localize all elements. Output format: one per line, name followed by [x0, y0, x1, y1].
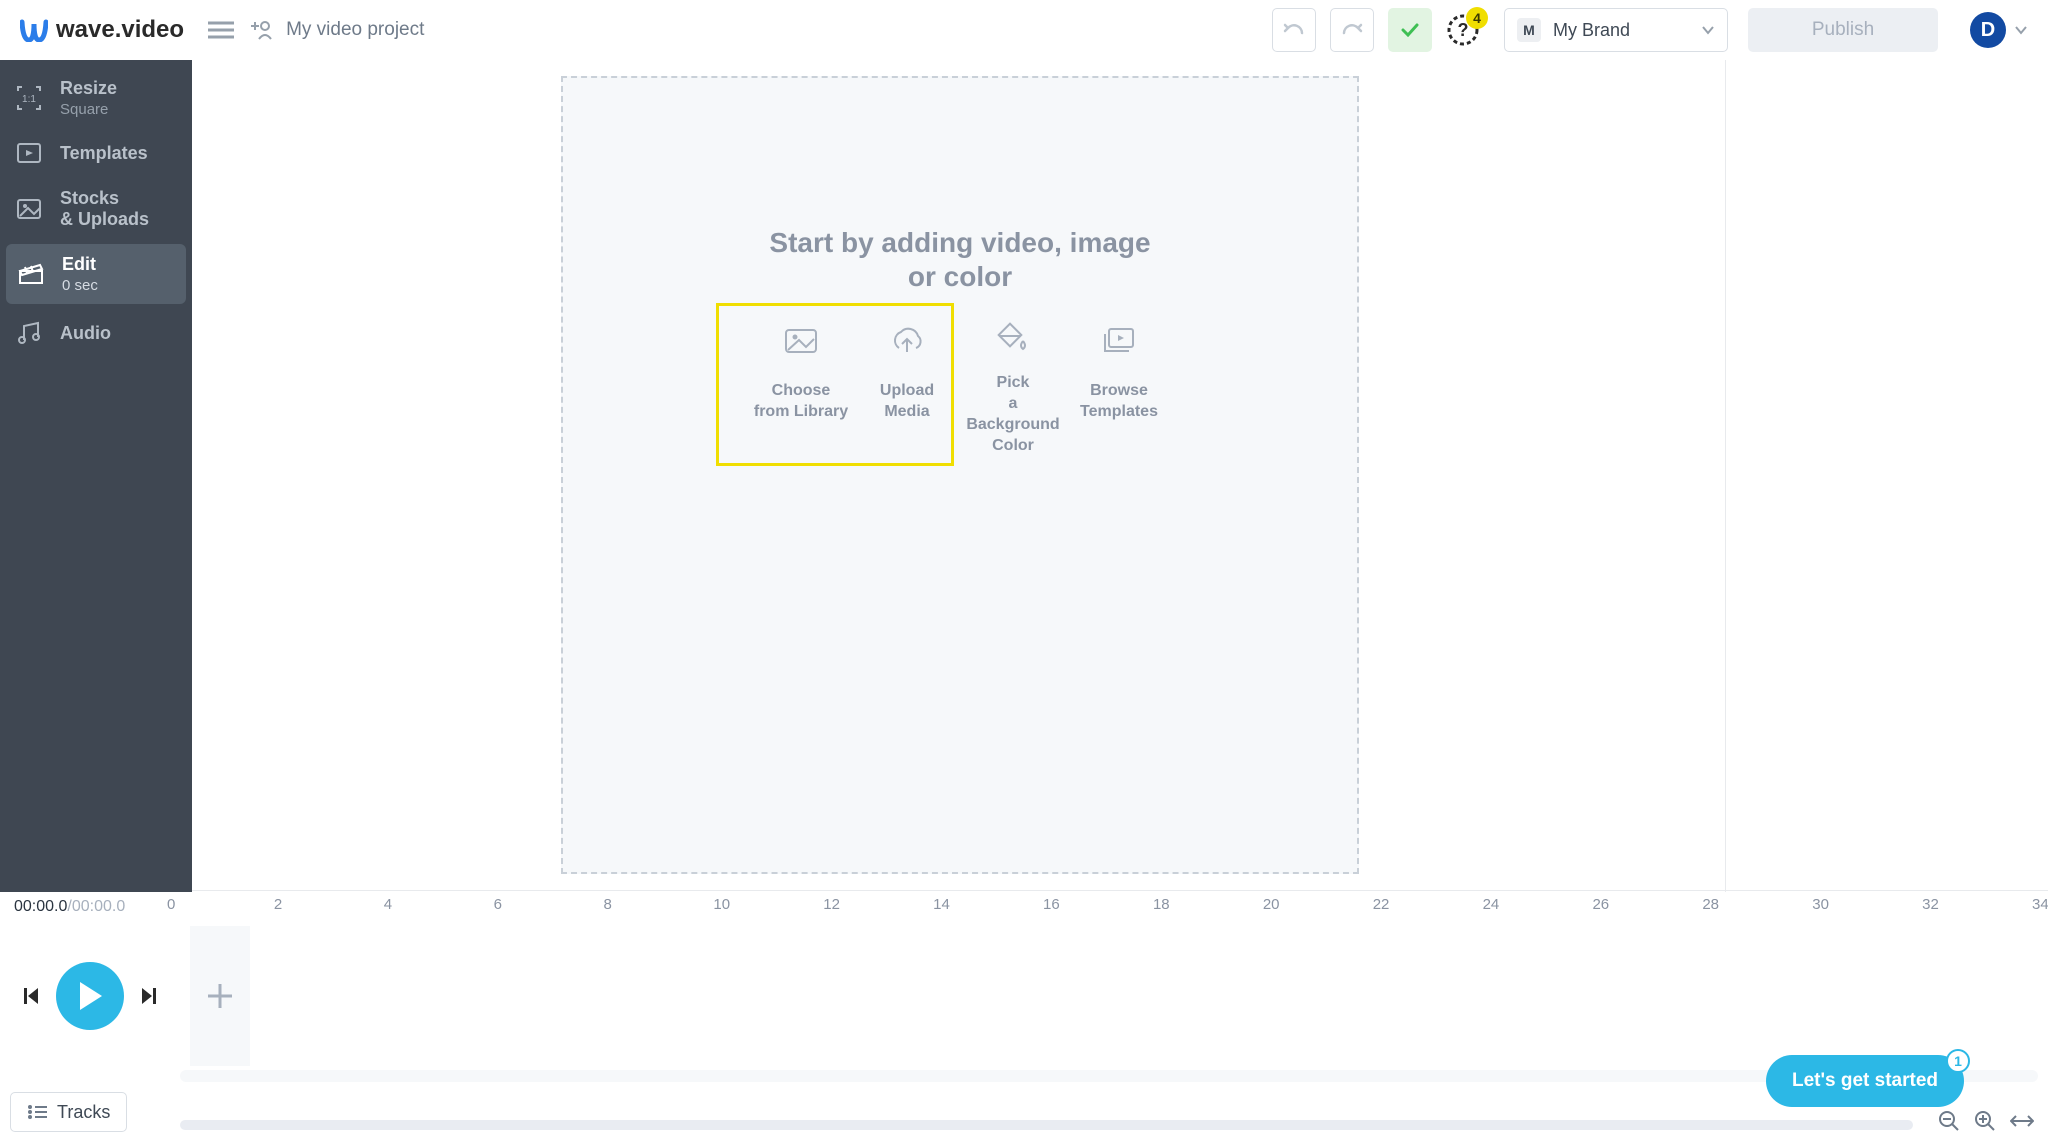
play-icon	[78, 982, 102, 1010]
undo-icon	[1283, 21, 1305, 39]
sidebar-item-label: Audio	[60, 323, 111, 344]
ruler-tick: 14	[933, 896, 950, 913]
plus-icon	[206, 982, 234, 1010]
sidebar: 1:1 Resize Square Templates Stocks & Upl…	[0, 60, 192, 892]
undo-button[interactable]	[1272, 8, 1316, 52]
check-icon	[1401, 23, 1419, 37]
image-icon	[14, 194, 44, 224]
logo-icon	[20, 18, 48, 42]
brand-chip: M	[1517, 18, 1541, 42]
ruler-tick: 10	[713, 896, 730, 913]
sidebar-item-label: Resize	[60, 78, 117, 99]
publish-button[interactable]: Publish	[1748, 8, 1938, 52]
help-badge: 4	[1466, 7, 1488, 29]
canvas[interactable]: Start by adding video, image or color Ch…	[561, 76, 1359, 874]
resize-icon: 1:1	[14, 83, 44, 113]
templates-icon	[14, 138, 44, 168]
next-button[interactable]	[142, 988, 156, 1004]
sidebar-item-edit[interactable]: Edit 0 sec	[6, 244, 186, 304]
zoom-out-button[interactable]	[1938, 1110, 1960, 1132]
zoom-in-button[interactable]	[1974, 1110, 1996, 1132]
option-upload-media[interactable]: UploadMedia	[854, 302, 960, 462]
tracks-label: Tracks	[57, 1102, 110, 1123]
canvas-heading: Start by adding video, image or color	[563, 226, 1357, 294]
zoom-controls	[1938, 1110, 2034, 1132]
tracks-button[interactable]: Tracks	[10, 1092, 127, 1132]
ruler[interactable]: 0246810121416182022242628303234	[170, 892, 2038, 918]
zoom-fit-button[interactable]	[2010, 1114, 2034, 1128]
ruler-tick: 4	[384, 896, 392, 913]
sidebar-item-resize[interactable]: 1:1 Resize Square	[0, 68, 192, 128]
add-person-icon[interactable]	[248, 19, 272, 41]
timecode: 00:00.0/00:00.0	[14, 898, 125, 916]
prev-button[interactable]	[24, 988, 38, 1004]
ruler-tick: 34	[2032, 896, 2048, 913]
redo-icon	[1341, 21, 1363, 39]
onboarding-pill[interactable]: Let's get started 1	[1766, 1055, 1964, 1107]
svg-text:1:1: 1:1	[22, 94, 36, 105]
canvas-area: Start by adding video, image or color Ch…	[192, 60, 2048, 892]
bottom-scrollbar[interactable]	[180, 1120, 1913, 1130]
play-button[interactable]	[56, 962, 124, 1030]
help-button[interactable]: ? 4	[1446, 13, 1480, 47]
sidebar-item-audio[interactable]: Audio	[0, 308, 192, 358]
playback-controls	[0, 962, 180, 1030]
sidebar-item-label: Stocks & Uploads	[60, 188, 149, 230]
sidebar-item-sub: 0 sec	[62, 277, 98, 294]
option-choose-library[interactable]: Choosefrom Library	[748, 302, 854, 462]
sidebar-item-templates[interactable]: Templates	[0, 128, 192, 178]
timeline: 00:00.0/00:00.0 024681012141618202224262…	[0, 892, 2048, 1141]
onboarding-badge: 1	[1946, 1049, 1970, 1073]
account-chevron-icon[interactable]	[2014, 25, 2028, 35]
timeline-scrollbar[interactable]	[180, 1070, 2038, 1082]
clapper-icon	[16, 259, 46, 289]
project-title[interactable]: My video project	[286, 19, 424, 41]
ruler-tick: 22	[1373, 896, 1390, 913]
redo-button[interactable]	[1330, 8, 1374, 52]
ruler-tick: 2	[274, 896, 282, 913]
canvas-options: Choosefrom Library UploadMedia Picka Bac…	[563, 302, 1357, 462]
add-clip-button[interactable]	[190, 926, 250, 1066]
sidebar-item-sub: Square	[60, 101, 117, 118]
ruler-tick: 12	[823, 896, 840, 913]
sidebar-item-label: Templates	[60, 143, 148, 164]
ruler-tick: 30	[1812, 896, 1829, 913]
ruler-tick: 6	[494, 896, 502, 913]
paint-bucket-icon	[996, 322, 1030, 356]
sidebar-item-label: Edit	[62, 254, 98, 275]
ruler-tick: 18	[1153, 896, 1170, 913]
option-pick-color[interactable]: Picka BackgroundColor	[960, 302, 1066, 462]
ruler-tick: 26	[1592, 896, 1609, 913]
brand-select[interactable]: M My Brand	[1504, 8, 1728, 52]
ruler-tick: 32	[1922, 896, 1939, 913]
music-icon	[14, 318, 44, 348]
chevron-down-icon	[1701, 25, 1715, 35]
library-icon	[784, 326, 818, 356]
top-bar: wave.video My video project ? 4 M My Bra…	[0, 0, 2048, 60]
sidebar-item-stocks[interactable]: Stocks & Uploads	[0, 178, 192, 240]
tracks-icon	[27, 1104, 47, 1120]
avatar[interactable]: D	[1970, 12, 2006, 48]
menu-icon[interactable]	[208, 20, 234, 40]
ruler-tick: 0	[167, 896, 175, 913]
ruler-tick: 8	[604, 896, 612, 913]
option-browse-templates[interactable]: BrowseTemplates	[1066, 302, 1172, 462]
onboarding-label: Let's get started	[1792, 1070, 1938, 1092]
right-guide	[1725, 60, 1726, 892]
divider	[192, 890, 2048, 891]
ruler-tick: 24	[1483, 896, 1500, 913]
brand-label: My Brand	[1553, 20, 1689, 41]
ruler-tick: 28	[1702, 896, 1719, 913]
ruler-tick: 20	[1263, 896, 1280, 913]
logo-text: wave.video	[56, 16, 184, 44]
templates-stack-icon	[1100, 326, 1138, 356]
saved-status[interactable]	[1388, 8, 1432, 52]
upload-icon	[888, 326, 926, 356]
ruler-tick: 16	[1043, 896, 1060, 913]
logo[interactable]: wave.video	[20, 16, 184, 44]
